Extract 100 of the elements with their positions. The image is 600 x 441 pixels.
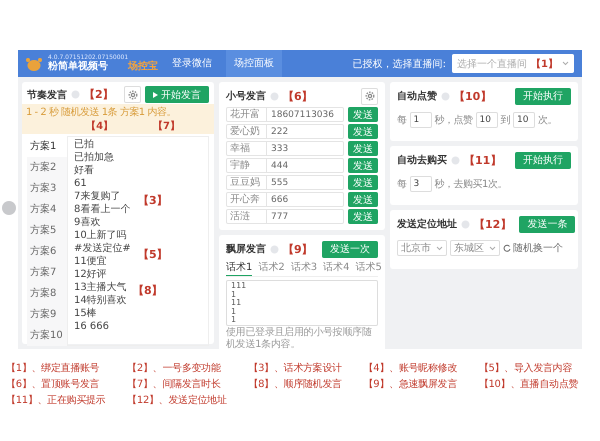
settings-button[interactable] <box>124 86 141 103</box>
legend-item: 【2】、一号多变功能 <box>127 362 222 375</box>
select-value: 北京市 <box>401 242 431 255</box>
select-field[interactable]: 北京市 <box>397 240 447 256</box>
script-line: 12好评 <box>74 268 107 281</box>
script-tab[interactable]: 话术5 <box>356 259 382 276</box>
plan-tab[interactable]: 方案5 <box>27 220 67 241</box>
setting-text: 到 <box>500 114 510 127</box>
account-field[interactable]: 宇静 444 <box>226 158 344 173</box>
account-field[interactable]: 花开富 18607113036 <box>226 107 344 122</box>
legend-item: 【6】、置顶账号发言 <box>6 378 100 391</box>
script-line: 好看 <box>74 164 94 177</box>
account-name: 活涟 <box>227 210 267 223</box>
start-button[interactable]: 开始执行 <box>515 152 571 168</box>
account-name: 宇静 <box>227 159 267 172</box>
nav-tab[interactable]: 登录微信 <box>164 50 220 77</box>
annotation-label: 【11】 <box>464 152 502 168</box>
account-field[interactable]: 幸福 333 <box>226 141 344 156</box>
random-link[interactable]: 随机换一个 <box>503 241 563 255</box>
select-field[interactable]: 东城区 <box>450 240 500 256</box>
plan-tab[interactable]: 方案6 <box>27 241 67 262</box>
script-line: 14特别喜欢 <box>74 294 127 307</box>
account-field[interactable]: 开心奔 666 <box>226 192 344 207</box>
info-icon <box>270 244 279 254</box>
account-value: 18607113036 <box>270 110 334 120</box>
account-field[interactable]: 爱心奶 222 <box>226 124 344 139</box>
send-button[interactable]: 发送 <box>348 141 378 156</box>
script-line: 13主播大气 <box>74 281 127 294</box>
annotation-label: 【1】 <box>531 58 558 70</box>
annotation-label: 【5】 <box>138 247 168 262</box>
script-tab[interactable]: 话术3 <box>290 259 318 276</box>
account-value: 222 <box>270 126 288 136</box>
annotation-label: 【9】 <box>283 242 313 256</box>
send-button[interactable]: 发送 <box>348 124 378 139</box>
plan-tab[interactable]: 方案1 <box>27 136 67 157</box>
number-field[interactable]: 1 <box>410 112 432 128</box>
legend-item: 【10】、直播自动点赞 <box>478 378 580 391</box>
panel-title: 节奏发言 <box>27 88 67 102</box>
setting-text: 秒，点赞 <box>434 114 472 127</box>
chevron-down-icon <box>562 61 569 66</box>
annotation-label: 【4】 <box>86 120 114 133</box>
setting-text: 次。 <box>538 114 557 127</box>
account-name: 花开富 <box>227 108 267 121</box>
plan-tab[interactable]: 方案4 <box>27 199 67 220</box>
legend-item: 【9】、急速飘屏发言 <box>364 378 458 391</box>
legend-item: 【12】、发送定位地址 <box>127 394 228 407</box>
plan-tab[interactable]: 方案2 <box>27 157 67 178</box>
number-field[interactable]: 10 <box>476 112 498 128</box>
plan-tab[interactable]: 方案10 <box>27 325 67 346</box>
settings-icon <box>128 90 138 100</box>
script-tab[interactable]: 话术1 <box>226 259 252 276</box>
info-icon <box>71 90 80 99</box>
account-field[interactable]: 豆豆妈 555 <box>226 175 344 190</box>
send-once-button[interactable]: 发送一次 <box>322 240 378 258</box>
plan-tab[interactable]: 方案7 <box>27 262 67 283</box>
info-icon <box>461 220 470 228</box>
start-button[interactable]: 开始执行 <box>515 88 571 104</box>
settings-button[interactable] <box>361 88 378 104</box>
setting-text: 秒，去购买1次。 <box>434 178 507 191</box>
settings-icon <box>364 91 374 101</box>
script-tab[interactable]: 话术4 <box>323 259 350 276</box>
annotation-label: 【7】 <box>153 120 180 133</box>
account-value: 444 <box>270 160 288 170</box>
script-line: 已拍 <box>74 138 94 151</box>
send-button[interactable]: 发送 <box>348 175 378 190</box>
chevron-down-icon <box>436 246 443 250</box>
account-name: 开心奔 <box>227 193 267 206</box>
account-field[interactable]: 活涟 777 <box>226 209 344 224</box>
play-icon <box>153 92 158 98</box>
start-button[interactable]: 开始发言 <box>145 86 209 103</box>
legend-item: 【7】、间隔发言时长 <box>127 378 222 391</box>
refresh-icon <box>503 244 511 252</box>
send-one-button[interactable]: 发送一条 <box>519 216 576 232</box>
app-subtitle: 场控宝 <box>128 60 158 73</box>
account-name: 爱心奶 <box>227 125 267 138</box>
select-value: 东城区 <box>454 242 484 255</box>
account-name: 豆豆妈 <box>227 176 267 189</box>
plan-tab[interactable]: 方案8 <box>27 283 67 304</box>
nav-tab[interactable]: 场控面板 <box>226 50 282 77</box>
plan-tab[interactable]: 方案3 <box>27 178 67 199</box>
script-tab[interactable]: 话术2 <box>258 259 285 276</box>
hint-text: 1 - 2 秒 随机发送 1条 方案1 内容。 <box>26 106 176 119</box>
number-field[interactable]: 10 <box>513 112 535 128</box>
message-textarea[interactable]: 111 1 11 1 1 <box>226 280 378 326</box>
scroll-handle[interactable] <box>2 201 16 215</box>
info-icon <box>270 92 279 100</box>
room-label: 已授权，选择直播间: <box>352 58 446 70</box>
legend-item: 【5】、导入发言内容 <box>478 362 574 375</box>
plan-tab[interactable]: 方案9 <box>27 304 67 325</box>
send-button[interactable]: 发送 <box>348 107 378 122</box>
panel-title: 自动去购买 <box>397 154 447 167</box>
number-field[interactable]: 3 <box>410 176 432 192</box>
room-select[interactable]: 选择一个直播间 【1】 <box>452 54 574 73</box>
annotation-label: 【12】 <box>474 216 512 232</box>
chevron-down-icon <box>489 246 496 250</box>
panel-title: 发送定位地址 <box>397 217 457 231</box>
send-button[interactable]: 发送 <box>348 209 378 224</box>
annotation-label: 【10】 <box>454 88 492 104</box>
send-button[interactable]: 发送 <box>348 192 378 207</box>
send-button[interactable]: 发送 <box>348 158 378 173</box>
